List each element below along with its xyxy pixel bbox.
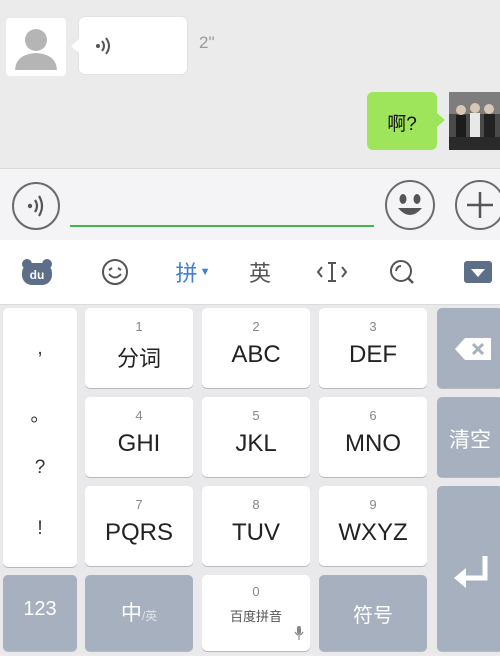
punct-question-key[interactable]: ? <box>3 457 77 479</box>
key-5[interactable]: 5 JKL <box>202 397 310 477</box>
photo-avatar-icon <box>449 92 500 150</box>
space-key[interactable]: 0 百度拼音 <box>202 575 310 651</box>
punct-comma-key[interactable]: , <box>3 338 77 360</box>
number-mode-key[interactable]: 123 <box>3 575 77 651</box>
emoji-button[interactable] <box>385 180 435 230</box>
key-number: 4 <box>135 408 143 423</box>
english-label: 英 <box>248 261 271 286</box>
key-2[interactable]: 2 ABC <box>202 308 310 388</box>
baidu-logo-button[interactable]: du <box>14 240 60 304</box>
clear-label: 清空 <box>449 429 491 452</box>
key-label: ABC <box>231 341 281 368</box>
ime-toolbar: du 拼 ▼ 英 <box>0 240 500 305</box>
key-1[interactable]: 1 分词 <box>85 308 193 388</box>
voice-mode-icon <box>27 195 44 217</box>
key-4[interactable]: 4 GHI <box>85 397 193 477</box>
key-number: 7 <box>135 497 143 512</box>
key-3[interactable]: 3 DEF <box>319 308 427 388</box>
sent-message-bubble[interactable]: 啊? <box>367 92 445 150</box>
key-number: 2 <box>252 319 260 334</box>
contact-avatar[interactable] <box>6 18 66 76</box>
key-label: DEF <box>349 341 397 368</box>
search-button[interactable] <box>382 240 422 304</box>
collapse-keyboard-icon <box>464 261 492 283</box>
cursor-control-button[interactable] <box>310 240 354 304</box>
punct-period-key[interactable]: 。 <box>3 400 77 427</box>
backspace-key[interactable] <box>437 308 500 388</box>
key-number: 5 <box>252 408 260 423</box>
space-label: 百度拼音 <box>229 609 282 624</box>
key-label: MNO <box>345 430 401 457</box>
punctuation-column[interactable]: , 。 ? ! <box>3 308 77 567</box>
caret-down-icon: ▼ <box>199 266 211 278</box>
key-number: 3 <box>369 319 377 334</box>
key-label: WXYZ <box>338 519 408 546</box>
number-mode-label: 123 <box>23 598 57 620</box>
language-toggle-key[interactable]: 中/英 <box>85 575 193 651</box>
received-voice-message[interactable] <box>71 17 187 74</box>
symbol-key[interactable]: 符号 <box>319 575 427 651</box>
smiley-icon <box>102 259 128 285</box>
key-label: TUV <box>232 519 280 546</box>
person-avatar-icon <box>15 29 57 70</box>
my-avatar[interactable] <box>449 92 500 150</box>
pinyin-label: 拼 <box>175 261 198 286</box>
key-8[interactable]: 8 TUV <box>202 486 310 566</box>
baidu-logo-icon: du <box>22 259 52 285</box>
key-label: PQRS <box>104 519 173 546</box>
key-number: 8 <box>252 497 260 512</box>
punct-exclaim-key[interactable]: ! <box>3 518 77 540</box>
cursor-icon <box>316 262 348 282</box>
microphone-icon <box>294 626 304 640</box>
t9-keyboard: , 。 ? ! 1 分词 2 ABC 3 DEF 4 GHI 5 JKL 6 M… <box>0 305 500 654</box>
voice-mode-button[interactable] <box>12 182 60 230</box>
emoji-icon <box>398 194 422 215</box>
key-label: GHI <box>117 430 161 457</box>
english-mode-button[interactable]: 英 <box>240 240 280 304</box>
plus-icon <box>467 192 493 218</box>
search-icon <box>390 260 414 284</box>
symbol-label: 符号 <box>353 605 393 627</box>
lang-main: 中 <box>120 602 142 625</box>
backspace-icon <box>455 338 491 360</box>
sent-message-text: 啊? <box>387 114 417 135</box>
clear-key[interactable]: 清空 <box>437 397 500 477</box>
voice-wave-icon <box>96 37 110 55</box>
key-label: JKL <box>235 430 277 457</box>
enter-icon <box>454 556 488 588</box>
lang-sub: /英 <box>141 609 158 623</box>
key-number: 1 <box>135 319 143 334</box>
enter-key[interactable] <box>437 486 500 651</box>
key-label: 分词 <box>116 346 161 371</box>
pinyin-mode-button[interactable]: 拼 ▼ <box>170 240 216 304</box>
key-6[interactable]: 6 MNO <box>319 397 427 477</box>
key-number: 9 <box>369 497 377 512</box>
chat-area: 2" 啊? <box>0 0 500 168</box>
more-functions-button[interactable] <box>455 180 500 230</box>
emoticon-panel-button[interactable] <box>95 240 135 304</box>
space-number: 0 <box>252 584 260 599</box>
message-input-bar <box>0 168 500 241</box>
message-input[interactable] <box>70 225 374 227</box>
svg-text:du: du <box>30 268 45 282</box>
collapse-keyboard-button[interactable] <box>458 240 498 304</box>
key-number: 6 <box>369 408 377 423</box>
language-toggle-label: 中/英 <box>85 597 193 627</box>
voice-duration: 2" <box>199 33 215 52</box>
key-7[interactable]: 7 PQRS <box>85 486 193 566</box>
key-9[interactable]: 9 WXYZ <box>319 486 427 566</box>
